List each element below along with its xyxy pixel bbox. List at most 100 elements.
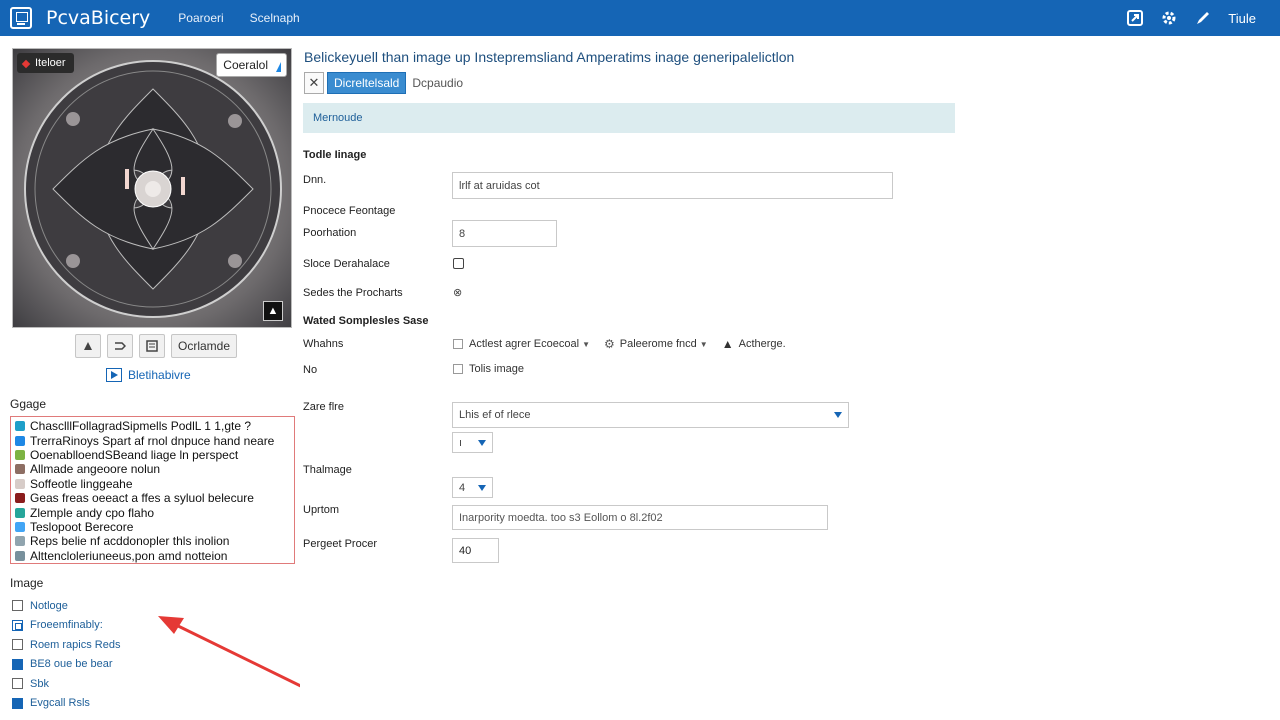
clear-icon[interactable]: ⊗	[453, 286, 462, 299]
option-checkbox[interactable]	[12, 619, 23, 631]
select-8[interactable]: 4	[452, 477, 493, 498]
play-link-label: Bletihabivre	[128, 368, 191, 382]
text-field-1[interactable]: lrlf at aruidas cot	[452, 172, 893, 199]
image-option-label: Evgcall Rsls	[30, 697, 90, 710]
info-banner: Mernoude	[303, 103, 955, 133]
option-checkbox[interactable]	[12, 697, 23, 709]
list-item[interactable]: OoenablloendSBeand liage ln perspect	[15, 448, 290, 462]
option-1-label[interactable]: Actlest agrer Ecoecoal	[469, 338, 579, 350]
list-item-label: Reps belie nf acddonopler thls inolion	[30, 534, 230, 549]
image-option-label: BE8 oue be bear	[30, 658, 113, 671]
image-option-label: Roem rapics Reds	[30, 638, 121, 651]
option-checkbox[interactable]	[12, 678, 23, 690]
number-field-2[interactable]: 8	[452, 220, 557, 247]
option-checkbox[interactable]	[453, 364, 463, 374]
toolbar-text-button[interactable]: Ocrlamde	[171, 334, 238, 358]
list-item[interactable]: Geas freas oeeact a ffes a syluol belecu…	[15, 491, 290, 505]
section-title-3: Wated Somplesles Sase	[303, 315, 429, 327]
image-option-label: Sbk	[30, 677, 49, 690]
image-option-item[interactable]: BE8 oue be bear	[12, 655, 120, 675]
app-title: PcvaBicery	[46, 7, 151, 29]
list-item-label: TrerraRinoys Spart af rnol dnpuce hand n…	[30, 433, 275, 448]
left-panel: Iteloer Coeralol ▲ Ocrlamde Bletihabivre…	[0, 36, 316, 720]
number-field-10[interactable]: 40	[452, 538, 499, 563]
play-link[interactable]: Bletihabivre	[106, 368, 191, 382]
image-option-item[interactable]: Roem rapics Reds	[12, 635, 120, 655]
active-chip[interactable]: Dicreltelsald	[327, 72, 407, 94]
select-8-value: 4	[459, 481, 466, 494]
list-item[interactable]: Allmade angeoore nolun	[15, 462, 290, 476]
field-label-4: Sedes the Procharts	[303, 287, 403, 299]
text-field-9[interactable]: Inarpority moedta. too s3 Eollom o 8l.2f…	[452, 505, 828, 530]
field-label-3: Sloce Derahalace	[303, 258, 390, 270]
image-option-item[interactable]: Froeemfinably:	[12, 616, 120, 636]
checkbox-3[interactable]	[453, 258, 464, 269]
chevron-down-icon	[478, 440, 486, 446]
play-icon	[106, 368, 122, 382]
list-item[interactable]: TrerraRinoys Spart af rnol dnpuce hand n…	[15, 433, 290, 448]
list-section-label: Ggage	[10, 397, 47, 411]
option-checkbox[interactable]	[12, 639, 23, 651]
image-option-item[interactable]: Sbk	[12, 674, 120, 694]
image-option-item[interactable]: Notloge	[12, 596, 120, 616]
image-preview[interactable]: Iteloer Coeralol ▲	[12, 48, 292, 328]
list-item-label: OoenablloendSBeand liage ln perspect	[30, 447, 239, 462]
select-7[interactable]: Lhis ef of rlece	[452, 402, 849, 428]
option-checkbox[interactable]	[12, 658, 23, 670]
annotation-arrow	[158, 616, 316, 695]
option-3-label[interactable]: Actherge.	[739, 338, 786, 350]
list-item-icon	[15, 536, 25, 547]
list-item-label: Zlemple andy cpo flaho	[30, 505, 155, 520]
list-item-icon	[15, 507, 25, 518]
list-item[interactable]: Teslopoot Berecore	[15, 520, 290, 534]
preview-artwork	[13, 49, 291, 327]
prompt-list[interactable]: ChasclllFollagradSipmells PodlL 1 1,gte …	[10, 416, 295, 564]
shuffle-icon[interactable]	[107, 334, 133, 358]
list-item[interactable]: Zlemple andy cpo flaho	[15, 505, 290, 520]
list-item[interactable]: Alttencloleriuneeus,pon amd notteion	[15, 549, 290, 563]
layout-icon[interactable]	[139, 334, 165, 358]
option-6-label[interactable]: Tolis image	[469, 363, 524, 375]
list-item-label: Teslopoot Berecore	[30, 519, 134, 534]
list-item-icon	[15, 550, 25, 561]
secondary-chip[interactable]: Dcpaudio	[412, 76, 463, 90]
close-chip-icon[interactable]: ✕	[304, 72, 324, 94]
edit-pencil-icon[interactable]	[1194, 9, 1212, 27]
list-item-icon	[15, 449, 25, 460]
gear-icon[interactable]: ⚙	[604, 337, 615, 351]
chevron-down-icon	[478, 485, 486, 491]
list-item-icon	[15, 493, 25, 504]
image-option-item[interactable]: Evgcall Rsls	[12, 694, 120, 714]
preview-badge-right[interactable]: Coeralol	[216, 53, 287, 77]
list-item-icon	[15, 521, 25, 532]
field-label-10: Pergeet Procer	[303, 538, 377, 550]
export-icon[interactable]	[1126, 9, 1144, 27]
filter-chips: ✕ Dicreltelsald Dcpaudio	[304, 72, 463, 94]
nav-link-0[interactable]: Poaroeri	[178, 11, 223, 25]
main-panel: Belickeyuell than image up Instepremslia…	[300, 36, 1280, 720]
list-item[interactable]: ChasclllFollagradSipmells PodlL 1 1,gte …	[15, 419, 290, 433]
list-item-label: Alttencloleriuneeus,pon amd notteion	[30, 548, 228, 563]
list-item[interactable]: Reps belie nf acddonopler thls inolion	[15, 534, 290, 548]
list-item-label: Soffeotle linggeahe	[30, 476, 133, 491]
settings-icon[interactable]	[1160, 9, 1178, 27]
option-2-label[interactable]: Paleerome fncd	[620, 338, 697, 350]
app-logo-icon	[10, 7, 32, 29]
flip-icon[interactable]	[75, 334, 101, 358]
chevron-down-icon[interactable]: ▼	[700, 340, 708, 349]
warning-icon: ▲	[721, 337, 734, 351]
nav-link-1[interactable]: Scelnaph	[250, 11, 300, 25]
section-title-2: Pnocece Feontage	[303, 205, 396, 217]
field-label-5: Whahns	[303, 338, 344, 350]
user-menu[interactable]: Tiule	[1228, 11, 1256, 26]
option-checkbox[interactable]	[453, 339, 463, 349]
image-option-list: Notloge Froeemfinably: Roem rapics Reds BE8…	[12, 596, 120, 713]
field-label-7: Zare flre	[303, 401, 344, 413]
select-7b[interactable]: ı	[452, 432, 493, 453]
field-label-8: Thalmage	[303, 464, 352, 476]
option-checkbox[interactable]	[12, 600, 23, 612]
preview-badge-left[interactable]: Iteloer	[17, 53, 74, 73]
chevron-down-icon[interactable]: ▼	[582, 340, 590, 349]
image-option-label: Froeemfinably:	[30, 619, 103, 632]
list-item[interactable]: Soffeotle linggeahe	[15, 477, 290, 491]
